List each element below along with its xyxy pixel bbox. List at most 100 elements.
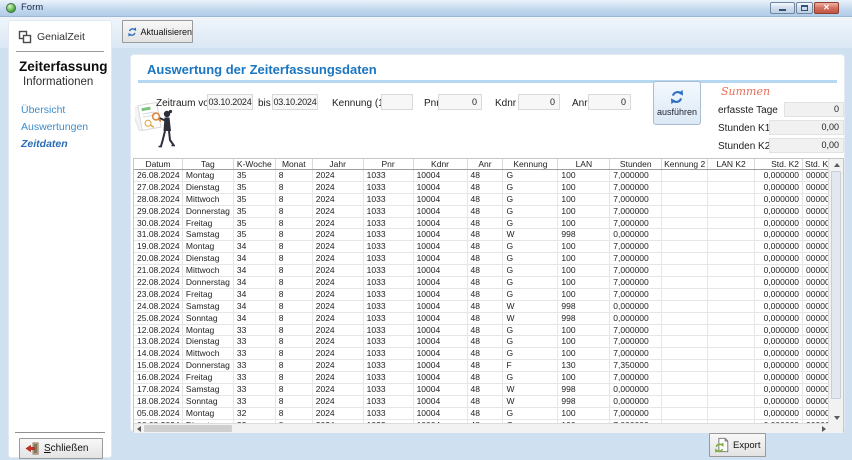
- cell[interactable]: 10004: [414, 241, 468, 252]
- export-button[interactable]: Export: [709, 433, 766, 457]
- cell[interactable]: 16.08.2024: [134, 372, 183, 383]
- cell[interactable]: 12.08.2024: [134, 325, 183, 336]
- cell[interactable]: 100: [558, 372, 610, 383]
- cell[interactable]: 00000: [803, 241, 829, 252]
- cell[interactable]: G: [503, 218, 558, 229]
- cell[interactable]: [708, 253, 755, 264]
- cell[interactable]: 19.08.2024: [134, 241, 183, 252]
- cell[interactable]: 2024: [313, 218, 364, 229]
- cell[interactable]: 33: [234, 384, 276, 395]
- cell[interactable]: 2024: [313, 301, 364, 312]
- cell[interactable]: Dienstag: [183, 253, 234, 264]
- cell[interactable]: 7,000000: [610, 289, 662, 300]
- cell[interactable]: 1033: [364, 218, 414, 229]
- cell[interactable]: 1033: [364, 170, 414, 181]
- cell[interactable]: 0,000000: [610, 384, 662, 395]
- cell[interactable]: [708, 408, 755, 419]
- cell[interactable]: 1033: [364, 348, 414, 359]
- cell[interactable]: 2024: [313, 348, 364, 359]
- cell[interactable]: 1033: [364, 182, 414, 193]
- cell[interactable]: [708, 265, 755, 276]
- cell[interactable]: 10004: [414, 229, 468, 240]
- cell[interactable]: 21.08.2024: [134, 265, 183, 276]
- cell[interactable]: G: [503, 336, 558, 347]
- table-row[interactable]: 24.08.2024Samstag348202410331000448W9980…: [134, 301, 829, 313]
- maximize-button[interactable]: [796, 2, 813, 14]
- cell[interactable]: 00000: [803, 170, 829, 181]
- cell[interactable]: 00000: [803, 348, 829, 359]
- cell[interactable]: [662, 182, 708, 193]
- cell[interactable]: 8: [276, 313, 313, 324]
- horizontal-scroll-thumb[interactable]: [144, 425, 232, 432]
- cell[interactable]: 100: [558, 170, 610, 181]
- cell[interactable]: 100: [558, 277, 610, 288]
- cell[interactable]: 34: [234, 241, 276, 252]
- cell[interactable]: 7,000000: [610, 372, 662, 383]
- cell[interactable]: 8: [276, 372, 313, 383]
- cell[interactable]: 100: [558, 182, 610, 193]
- cell[interactable]: Montag: [183, 408, 234, 419]
- cell[interactable]: 48: [468, 206, 504, 217]
- column-header-std-k2[interactable]: Std. K2: [755, 159, 803, 169]
- cell[interactable]: 00000: [803, 218, 829, 229]
- cell[interactable]: 33: [234, 396, 276, 407]
- cell[interactable]: 48: [468, 265, 504, 276]
- cell[interactable]: [708, 301, 755, 312]
- cell[interactable]: 20.08.2024: [134, 253, 183, 264]
- cell[interactable]: 33: [234, 372, 276, 383]
- cell[interactable]: 7,000000: [610, 170, 662, 181]
- cell[interactable]: 05.08.2024: [134, 408, 183, 419]
- column-header-std-ku[interactable]: Std. Ku: [803, 159, 829, 169]
- sidebar-item-uebersicht[interactable]: Übersicht: [21, 104, 111, 121]
- column-header-datum[interactable]: Datum: [134, 159, 183, 169]
- cell[interactable]: [662, 396, 708, 407]
- table-row[interactable]: 16.08.2024Freitag338202410331000448G1007…: [134, 372, 829, 384]
- cell[interactable]: 8: [276, 170, 313, 181]
- table-row[interactable]: 28.08.2024Mittwoch358202410331000448G100…: [134, 194, 829, 206]
- cell[interactable]: 1033: [364, 360, 414, 371]
- table-row[interactable]: 21.08.2024Mittwoch348202410331000448G100…: [134, 265, 829, 277]
- column-header-anr[interactable]: Anr: [468, 159, 504, 169]
- cell[interactable]: [662, 384, 708, 395]
- table-row[interactable]: 20.08.2024Dienstag348202410331000448G100…: [134, 253, 829, 265]
- cell[interactable]: 2024: [313, 360, 364, 371]
- cell[interactable]: W: [503, 229, 558, 240]
- cell[interactable]: [708, 229, 755, 240]
- cell[interactable]: 34: [234, 289, 276, 300]
- cell[interactable]: 8: [276, 348, 313, 359]
- cell[interactable]: 0,000000: [755, 194, 803, 205]
- cell[interactable]: 0,000000: [755, 384, 803, 395]
- column-header-pnr[interactable]: Pnr: [364, 159, 414, 169]
- cell[interactable]: 00000: [803, 265, 829, 276]
- cell[interactable]: 8: [276, 194, 313, 205]
- cell[interactable]: Sonntag: [183, 396, 234, 407]
- cell[interactable]: 1033: [364, 277, 414, 288]
- cell[interactable]: 00000: [803, 372, 829, 383]
- cell[interactable]: 10004: [414, 325, 468, 336]
- table-row[interactable]: 05.08.2024Montag328202410331000448G1007,…: [134, 408, 829, 420]
- cell[interactable]: 0,000000: [755, 182, 803, 193]
- cell[interactable]: 10004: [414, 218, 468, 229]
- cell[interactable]: [708, 360, 755, 371]
- cell[interactable]: 35: [234, 206, 276, 217]
- cell[interactable]: 10004: [414, 384, 468, 395]
- cell[interactable]: 23.08.2024: [134, 289, 183, 300]
- cell[interactable]: 48: [468, 325, 504, 336]
- cell[interactable]: 48: [468, 218, 504, 229]
- cell[interactable]: W: [503, 313, 558, 324]
- column-header-k-woche[interactable]: K-Woche: [234, 159, 276, 169]
- cell[interactable]: 48: [468, 194, 504, 205]
- cell[interactable]: 0,000000: [755, 241, 803, 252]
- sidebar-item-zeitdaten[interactable]: Zeitdaten: [21, 138, 111, 155]
- cell[interactable]: 18.08.2024: [134, 396, 183, 407]
- cell[interactable]: 100: [558, 408, 610, 419]
- pnr-input[interactable]: [438, 94, 482, 110]
- cell[interactable]: 10004: [414, 277, 468, 288]
- cell[interactable]: F: [503, 360, 558, 371]
- cell[interactable]: [662, 301, 708, 312]
- cell[interactable]: 48: [468, 396, 504, 407]
- cell[interactable]: 22.08.2024: [134, 277, 183, 288]
- cell[interactable]: 0,000000: [755, 396, 803, 407]
- cell[interactable]: 2024: [313, 265, 364, 276]
- cell[interactable]: 1033: [364, 301, 414, 312]
